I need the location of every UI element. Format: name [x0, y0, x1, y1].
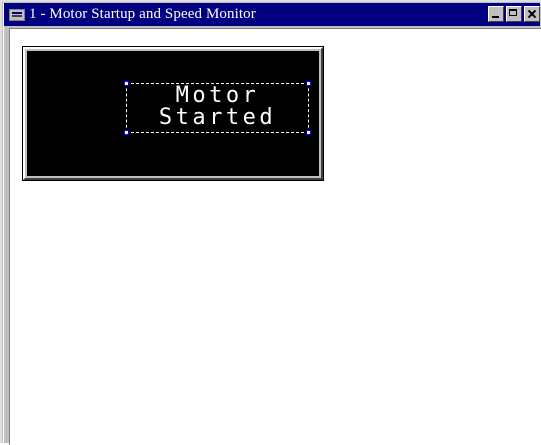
- resize-handle-bottom-left[interactable]: [124, 130, 129, 135]
- minimize-button[interactable]: [488, 6, 504, 22]
- resize-handle-bottom-right[interactable]: [306, 130, 311, 135]
- maximize-button[interactable]: [506, 6, 522, 22]
- motor-status-screen: Motor Started: [27, 51, 319, 176]
- status-line-2: Started: [158, 105, 277, 130]
- titlebar[interactable]: 1 - Motor Startup and Speed Monitor: [4, 3, 540, 26]
- motor-status-panel: Motor Started: [22, 46, 324, 181]
- close-button[interactable]: [524, 6, 540, 22]
- window-title: 1 - Motor Startup and Speed Monitor: [29, 6, 256, 22]
- window-controls: [486, 6, 540, 22]
- app-window-icon[interactable]: [9, 8, 25, 21]
- app-window: 1 - Motor Startup and Speed Monitor Moto…: [0, 0, 541, 445]
- status-text: Motor Started: [127, 85, 308, 129]
- status-text-object[interactable]: Motor Started: [124, 81, 311, 135]
